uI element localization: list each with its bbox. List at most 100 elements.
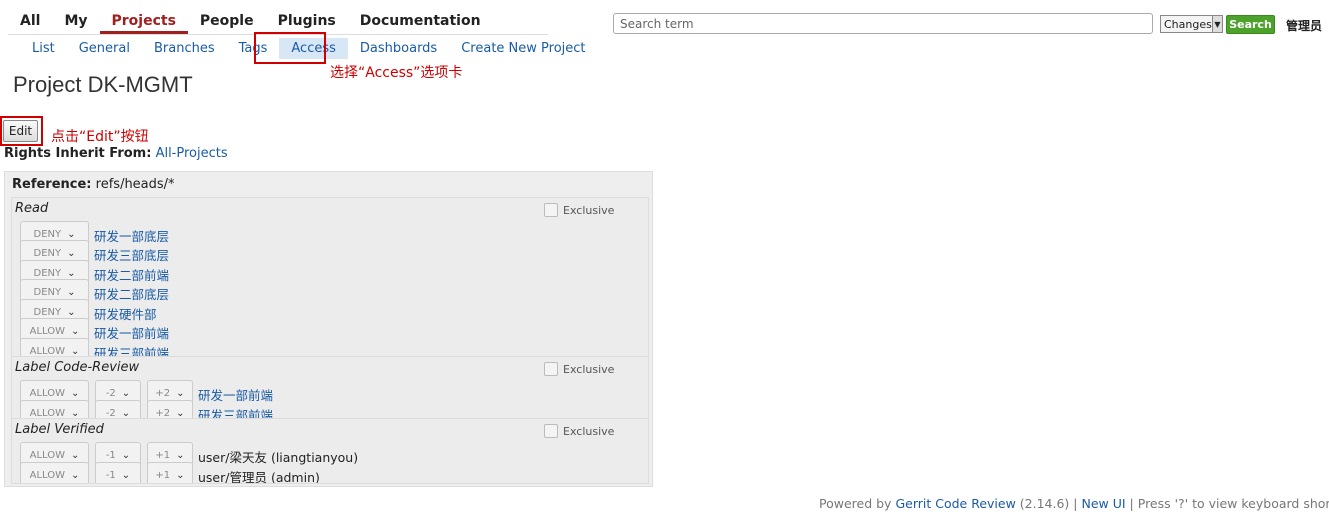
chevron-down-icon: ⌄ [67,286,76,298]
group-link[interactable]: 研发三部前端 [198,405,273,418]
action-select[interactable]: ALLOW ⌄ [20,461,89,483]
action-value: ALLOW [29,387,65,399]
min-value: -2 [105,407,116,419]
permission-verified: Label Verified Exclusive ALLOW ⌄ -1 ⌄ +1 ⌄ … [11,418,649,484]
footer: Powered by Gerrit Code Review (2.14.6) |… [819,496,1329,511]
reference-label: Reference: [12,177,92,192]
chevron-down-icon: ⌄ [67,267,76,279]
reference-value: refs/heads/* [95,177,175,192]
group-name: user/管理员 (admin) [198,470,320,484]
chevron-down-icon: ⌄ [67,306,76,318]
chevron-down-icon: ⌄ [176,469,185,481]
max-select[interactable]: +2 ⌄ [147,399,193,419]
min-select[interactable]: -1 ⌄ [95,461,141,483]
exclusive-label: Exclusive [563,424,615,438]
action-select[interactable]: ALLOW ⌄ [20,399,89,419]
exclusive-toggle[interactable]: Exclusive [544,362,614,376]
max-value: +2 [155,407,171,419]
edit-button[interactable]: Edit [3,120,38,142]
chevron-down-icon: ⌄ [71,449,80,461]
access-tab-annotation: 选择“Access”选项卡 [330,65,463,81]
group-link[interactable]: 研发三部底层 [94,245,169,264]
footer-separator: | [1129,496,1134,511]
page-title: Project DK-MGMT [13,72,193,97]
top-menu-my[interactable]: My [52,9,99,34]
chevron-down-icon: ⌄ [71,407,80,419]
edit-button-annotation: 点击“Edit”按钮 [51,129,149,145]
action-value: ALLOW [29,469,65,481]
top-menu: All My Projects People Plugins Documenta… [8,6,493,34]
inherit-project-link[interactable]: All-Projects [156,146,228,161]
chevron-down-icon: ⌄ [176,387,185,399]
search-input[interactable] [613,13,1153,34]
top-menu-plugins[interactable]: Plugins [266,9,348,34]
tab-create-new-project[interactable]: Create New Project [449,38,597,59]
action-select[interactable]: ALLOW ⌄ [20,337,89,357]
search-button[interactable]: Search [1226,15,1275,34]
group-link[interactable]: 研发一部前端 [198,385,273,404]
top-menu-projects[interactable]: Projects [99,9,188,34]
group-link[interactable]: 研发一部前端 [94,323,169,342]
tab-dashboards[interactable]: Dashboards [348,38,449,59]
group-link[interactable]: 研发三部前端 [94,343,169,356]
chevron-down-icon: ⌄ [176,407,185,419]
max-value: +1 [155,469,171,481]
footer-version: (2.14.6) [1019,496,1070,511]
chevron-down-icon: ⌄ [67,247,76,259]
exclusive-label: Exclusive [563,362,615,376]
exclusive-checkbox[interactable] [544,424,558,438]
footer-separator: | [1073,496,1078,511]
chevron-down-icon: ⌄ [67,228,76,240]
action-value: DENY [33,306,62,318]
search-type-select[interactable]: Changes ▼ [1160,15,1223,33]
tab-list[interactable]: List [20,38,67,59]
exclusive-checkbox[interactable] [544,203,558,217]
action-value: DENY [33,286,62,298]
top-menu-documentation[interactable]: Documentation [348,9,493,34]
permission-code-review: Label Code-Review Exclusive ALLOW ⌄ -2 ⌄ +… [11,356,649,419]
group-link[interactable]: 研发二部前端 [94,265,169,284]
action-value: ALLOW [29,325,65,337]
action-value: ALLOW [29,449,65,461]
min-value: -1 [105,449,116,461]
top-menu-people[interactable]: People [188,9,266,34]
exclusive-toggle[interactable]: Exclusive [544,424,614,438]
footer-powered-by: Powered by [819,496,892,511]
permission-rule: ALLOW ⌄ -2 ⌄ +2 ⌄ 研发三部前端 [20,399,273,418]
chevron-down-icon: ⌄ [121,469,131,481]
exclusive-checkbox[interactable] [544,362,558,376]
action-value: ALLOW [29,407,65,419]
min-select[interactable]: -2 ⌄ [95,399,141,419]
permission-name: Read [15,201,49,216]
chevron-down-icon: ⌄ [71,345,80,357]
exclusive-label: Exclusive [563,203,615,217]
group-name: user/梁天友 (liangtianyou) [198,450,359,465]
search-type-value: Changes [1164,17,1212,31]
top-menu-all[interactable]: All [8,9,52,34]
chevron-down-icon: ⌄ [71,325,80,337]
tab-branches[interactable]: Branches [142,38,227,59]
tab-general[interactable]: General [67,38,142,59]
gerrit-link[interactable]: Gerrit Code Review [895,496,1015,511]
rights-inherit: Rights Inherit From: All-Projects [4,146,228,161]
min-value: -1 [105,469,116,481]
group-link[interactable]: 研发二部底层 [94,284,169,303]
chevron-down-icon: ⌄ [71,469,80,481]
max-value: +2 [155,387,171,399]
action-value: DENY [33,267,62,279]
group-link[interactable]: 研发一部底层 [94,226,169,245]
group-link[interactable]: 研发硬件部 [94,304,157,323]
exclusive-toggle[interactable]: Exclusive [544,203,614,217]
reference-panel: Reference: refs/heads/* Read Exclusive D… [4,171,653,487]
new-ui-link[interactable]: New UI [1081,496,1125,511]
action-value: DENY [33,228,62,240]
user-menu[interactable]: 管理员 [1286,17,1322,34]
chevron-down-icon: ⌄ [121,407,131,419]
permission-read: Read Exclusive DENY ⌄ 研发一部底层 DENY ⌄ 研发三部底层… [11,197,649,357]
chevron-down-icon: ⌄ [176,449,185,461]
access-tab-highlight [254,32,326,64]
max-value: +1 [155,449,171,461]
max-select[interactable]: +1 ⌄ [147,461,193,483]
chevron-down-icon: ⌄ [71,387,80,399]
min-value: -2 [105,387,116,399]
